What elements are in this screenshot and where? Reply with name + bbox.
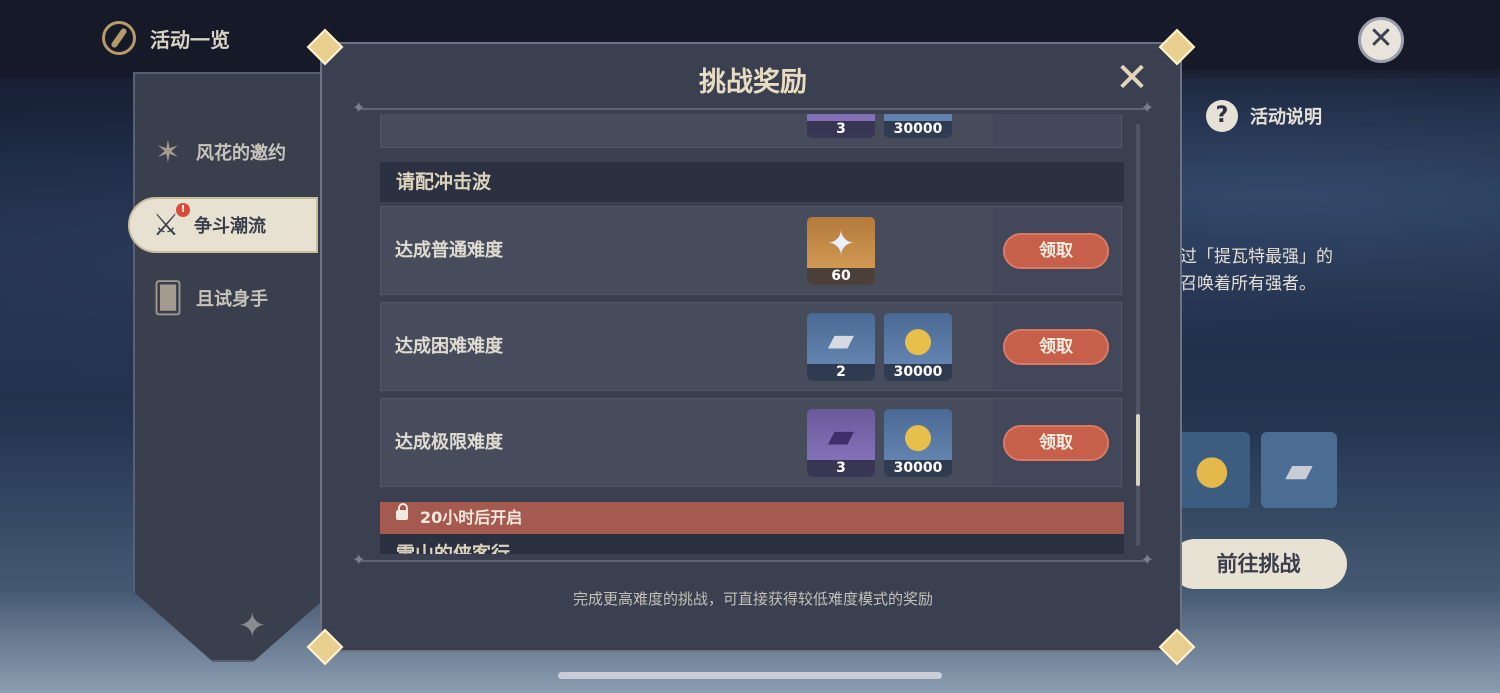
button-zone — [993, 114, 1121, 147]
reward-item[interactable]: ✦ 60 — [807, 217, 875, 285]
silver-book-icon: ▰ — [827, 320, 855, 360]
compass-icon — [102, 21, 136, 55]
description-line: 过「提瓦特最强」的 — [1180, 247, 1333, 267]
modal-title: 挑战奖励 — [699, 67, 807, 98]
claim-button[interactable]: 领取 — [1003, 233, 1109, 269]
page-title: 活动一览 — [150, 27, 230, 52]
sidebar-item-label: 风花的邀约 — [196, 143, 286, 164]
sidebar-item-label: 争斗潮流 — [194, 216, 266, 237]
locked-bar: 20小时后开启 — [380, 502, 1124, 534]
sidebar-item-wind-flower[interactable]: ✶ 风花的邀约 — [150, 126, 330, 178]
help-icon: ? — [1206, 100, 1238, 132]
reward-count: 30000 — [884, 121, 952, 138]
difficulty-label: 达成困难难度 — [395, 336, 503, 357]
divider — [352, 98, 1154, 117]
divider — [352, 550, 1154, 569]
reward-item[interactable]: 3 — [807, 114, 875, 138]
mora-coin-icon: ● — [1194, 447, 1230, 493]
reward-item[interactable]: 30000 — [884, 114, 952, 138]
reward-modal: 挑战奖励 ✕ 3 30000 请配冲击波 达成普通难度 ✦ 60 领取 — [320, 42, 1182, 652]
reward-slot[interactable]: ▰ — [1261, 432, 1337, 508]
reward-item[interactable]: ● 30000 — [884, 313, 952, 381]
description-line: 召唤着所有强者。 — [1180, 274, 1316, 294]
reward-count: 3 — [807, 460, 875, 477]
reward-count: 60 — [807, 268, 875, 285]
reward-slot[interactable]: ● — [1174, 432, 1250, 508]
fighter-icon: ⚔! — [148, 203, 190, 243]
scroll-thumb[interactable] — [1136, 414, 1140, 486]
sidebar-item-label: 且试身手 — [196, 289, 268, 310]
reward-item[interactable]: ● 30000 — [884, 409, 952, 477]
reward-row: 达成极限难度 ▰ 3 ● 30000 领取 — [380, 398, 1122, 487]
help-label: 活动说明 — [1250, 107, 1322, 128]
primogem-icon: ✦ — [826, 224, 856, 264]
event-description: 过「提瓦特最强」的 召唤着所有强者。 — [1180, 244, 1333, 298]
reward-list[interactable]: 3 30000 请配冲击波 达成普通难度 ✦ 60 领取 达成困难难度 ▰ 2 — [380, 114, 1126, 554]
group-header: 请配冲击波 — [380, 162, 1124, 202]
home-indicator[interactable] — [558, 672, 942, 679]
mora-coin-icon: ● — [903, 416, 933, 456]
close-icon[interactable]: ✕ — [1358, 17, 1404, 63]
sidebar-item-contest[interactable]: ⚔! 争斗潮流 — [128, 197, 318, 253]
activity-help[interactable]: ? 活动说明 — [1206, 100, 1322, 132]
flower-star-icon: ✶ — [155, 134, 181, 170]
difficulty-label: 达成普通难度 — [395, 240, 503, 261]
reward-count: 30000 — [884, 364, 952, 381]
top-title-area: 活动一览 — [102, 18, 230, 58]
reward-row: 3 30000 — [380, 114, 1122, 148]
scrollbar[interactable] — [1136, 124, 1140, 546]
cards-icon: 🂠 — [152, 280, 184, 316]
lock-text: 20小时后开启 — [420, 508, 523, 527]
silver-book-icon: ▰ — [1285, 449, 1313, 491]
purple-book-icon: ▰ — [827, 416, 855, 456]
star-ornament-icon: ✦ — [238, 606, 267, 646]
claim-button[interactable]: 领取 — [1003, 425, 1109, 461]
lock-icon — [396, 503, 408, 520]
mora-coin-icon: ● — [903, 320, 933, 360]
go-challenge-button[interactable]: 前往挑战 — [1170, 539, 1347, 589]
reward-row: 达成困难难度 ▰ 2 ● 30000 领取 — [380, 302, 1122, 391]
reward-count: 2 — [807, 364, 875, 381]
reward-item[interactable]: ▰ 3 — [807, 409, 875, 477]
reward-count: 30000 — [884, 460, 952, 477]
reward-count: 3 — [807, 121, 875, 138]
group-header: 雪山的侠客行 — [380, 534, 1124, 554]
sidebar-item-trial[interactable]: 🂠 且试身手 — [150, 272, 330, 324]
reward-item[interactable]: ▰ 2 — [807, 313, 875, 381]
difficulty-label: 达成极限难度 — [395, 432, 503, 453]
close-icon[interactable]: ✕ — [1112, 58, 1152, 98]
alert-badge: ! — [176, 203, 190, 217]
reward-row: 达成普通难度 ✦ 60 领取 — [380, 206, 1122, 295]
footer-note: 完成更高难度的挑战，可直接获得较低难度模式的奖励 — [572, 590, 933, 608]
claim-button[interactable]: 领取 — [1003, 329, 1109, 365]
